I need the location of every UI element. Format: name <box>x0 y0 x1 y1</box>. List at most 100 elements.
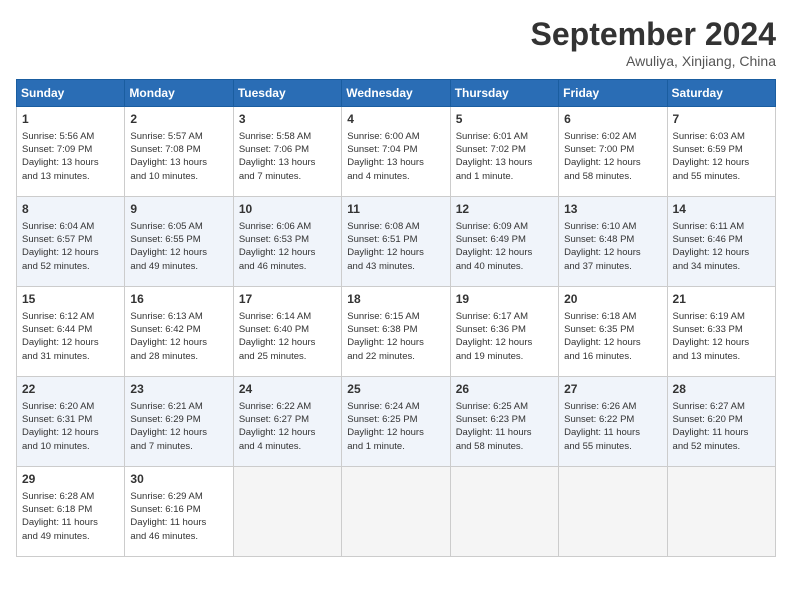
day-info-line: Sunset: 6:40 PM <box>239 323 336 336</box>
day-info-line: Sunrise: 6:17 AM <box>456 310 553 323</box>
calendar-cell: 8Sunrise: 6:04 AMSunset: 6:57 PMDaylight… <box>17 197 125 287</box>
day-info-line: Daylight: 13 hours <box>239 156 336 169</box>
calendar-cell: 5Sunrise: 6:01 AMSunset: 7:02 PMDaylight… <box>450 107 558 197</box>
day-info-line: Sunset: 6:49 PM <box>456 233 553 246</box>
day-info-line: Sunset: 6:20 PM <box>673 413 770 426</box>
day-info-line: Daylight: 12 hours <box>564 156 661 169</box>
day-number: 9 <box>130 201 227 218</box>
calendar-cell <box>667 467 775 557</box>
day-info-line: Sunrise: 6:21 AM <box>130 400 227 413</box>
day-info-line: and 58 minutes. <box>564 170 661 183</box>
day-info-line: and 55 minutes. <box>673 170 770 183</box>
day-info-line: Sunrise: 6:03 AM <box>673 130 770 143</box>
day-number: 24 <box>239 381 336 398</box>
weekday-header-row: SundayMondayTuesdayWednesdayThursdayFrid… <box>17 80 776 107</box>
day-info-line: and 55 minutes. <box>564 440 661 453</box>
weekday-header-monday: Monday <box>125 80 233 107</box>
day-info-line: and 25 minutes. <box>239 350 336 363</box>
day-info-line: and 13 minutes. <box>673 350 770 363</box>
calendar-cell: 7Sunrise: 6:03 AMSunset: 6:59 PMDaylight… <box>667 107 775 197</box>
day-number: 13 <box>564 201 661 218</box>
day-number: 26 <box>456 381 553 398</box>
day-info-line: Daylight: 12 hours <box>456 246 553 259</box>
day-info-line: Daylight: 12 hours <box>22 246 119 259</box>
day-number: 4 <box>347 111 444 128</box>
day-info-line: and 10 minutes. <box>130 170 227 183</box>
day-number: 27 <box>564 381 661 398</box>
day-info-line: Sunrise: 5:57 AM <box>130 130 227 143</box>
day-info-line: Daylight: 12 hours <box>673 336 770 349</box>
day-number: 14 <box>673 201 770 218</box>
day-number: 23 <box>130 381 227 398</box>
day-info-line: Daylight: 12 hours <box>130 426 227 439</box>
calendar-table: SundayMondayTuesdayWednesdayThursdayFrid… <box>16 79 776 557</box>
day-number: 17 <box>239 291 336 308</box>
day-info-line: Sunset: 7:04 PM <box>347 143 444 156</box>
day-info-line: and 22 minutes. <box>347 350 444 363</box>
calendar-cell: 10Sunrise: 6:06 AMSunset: 6:53 PMDayligh… <box>233 197 341 287</box>
calendar-cell: 20Sunrise: 6:18 AMSunset: 6:35 PMDayligh… <box>559 287 667 377</box>
day-info-line: Sunset: 6:46 PM <box>673 233 770 246</box>
day-number: 18 <box>347 291 444 308</box>
calendar-cell: 24Sunrise: 6:22 AMSunset: 6:27 PMDayligh… <box>233 377 341 467</box>
day-info-line: Sunset: 6:18 PM <box>22 503 119 516</box>
day-info-line: Sunset: 6:35 PM <box>564 323 661 336</box>
day-info-line: and 7 minutes. <box>130 440 227 453</box>
calendar-cell <box>233 467 341 557</box>
day-info-line: Daylight: 12 hours <box>130 246 227 259</box>
day-info-line: Daylight: 13 hours <box>456 156 553 169</box>
day-info-line: Sunset: 6:36 PM <box>456 323 553 336</box>
calendar-cell: 28Sunrise: 6:27 AMSunset: 6:20 PMDayligh… <box>667 377 775 467</box>
day-info-line: Daylight: 11 hours <box>564 426 661 439</box>
page-header: General Blue September 2024 Awuliya, Xin… <box>16 16 776 69</box>
calendar-cell: 9Sunrise: 6:05 AMSunset: 6:55 PMDaylight… <box>125 197 233 287</box>
day-info-line: and 1 minute. <box>456 170 553 183</box>
day-number: 7 <box>673 111 770 128</box>
day-info-line: Daylight: 11 hours <box>22 516 119 529</box>
day-number: 2 <box>130 111 227 128</box>
calendar-cell: 11Sunrise: 6:08 AMSunset: 6:51 PMDayligh… <box>342 197 450 287</box>
day-info-line: Sunrise: 6:04 AM <box>22 220 119 233</box>
day-number: 5 <box>456 111 553 128</box>
day-info-line: Sunrise: 6:24 AM <box>347 400 444 413</box>
day-info-line: and 49 minutes. <box>22 530 119 543</box>
day-info-line: Sunset: 6:33 PM <box>673 323 770 336</box>
day-info-line: Sunset: 6:53 PM <box>239 233 336 246</box>
calendar-week-row: 22Sunrise: 6:20 AMSunset: 6:31 PMDayligh… <box>17 377 776 467</box>
weekday-header-saturday: Saturday <box>667 80 775 107</box>
day-info-line: Daylight: 13 hours <box>22 156 119 169</box>
day-info-line: Daylight: 12 hours <box>564 246 661 259</box>
day-info-line: Sunset: 6:27 PM <box>239 413 336 426</box>
calendar-cell: 18Sunrise: 6:15 AMSunset: 6:38 PMDayligh… <box>342 287 450 377</box>
weekday-header-sunday: Sunday <box>17 80 125 107</box>
calendar-cell: 17Sunrise: 6:14 AMSunset: 6:40 PMDayligh… <box>233 287 341 377</box>
day-info-line: and 43 minutes. <box>347 260 444 273</box>
day-info-line: Sunset: 6:55 PM <box>130 233 227 246</box>
day-info-line: Daylight: 12 hours <box>239 426 336 439</box>
calendar-cell: 14Sunrise: 6:11 AMSunset: 6:46 PMDayligh… <box>667 197 775 287</box>
day-info-line: and 49 minutes. <box>130 260 227 273</box>
day-info-line: and 58 minutes. <box>456 440 553 453</box>
day-info-line: Sunrise: 6:09 AM <box>456 220 553 233</box>
day-info-line: Sunrise: 6:15 AM <box>347 310 444 323</box>
calendar-cell <box>342 467 450 557</box>
day-info-line: Daylight: 12 hours <box>130 336 227 349</box>
day-info-line: Sunrise: 6:26 AM <box>564 400 661 413</box>
day-info-line: Sunrise: 6:01 AM <box>456 130 553 143</box>
calendar-cell: 3Sunrise: 5:58 AMSunset: 7:06 PMDaylight… <box>233 107 341 197</box>
day-info-line: Sunset: 6:22 PM <box>564 413 661 426</box>
calendar-cell: 26Sunrise: 6:25 AMSunset: 6:23 PMDayligh… <box>450 377 558 467</box>
day-info-line: Sunrise: 6:20 AM <box>22 400 119 413</box>
weekday-header-wednesday: Wednesday <box>342 80 450 107</box>
day-info-line: Sunrise: 6:00 AM <box>347 130 444 143</box>
day-number: 30 <box>130 471 227 488</box>
day-info-line: and 52 minutes. <box>22 260 119 273</box>
day-number: 16 <box>130 291 227 308</box>
day-number: 12 <box>456 201 553 218</box>
day-number: 22 <box>22 381 119 398</box>
day-info-line: Sunset: 7:09 PM <box>22 143 119 156</box>
calendar-cell: 4Sunrise: 6:00 AMSunset: 7:04 PMDaylight… <box>342 107 450 197</box>
day-info-line: and 52 minutes. <box>673 440 770 453</box>
calendar-cell: 6Sunrise: 6:02 AMSunset: 7:00 PMDaylight… <box>559 107 667 197</box>
month-title: September 2024 <box>531 16 776 53</box>
